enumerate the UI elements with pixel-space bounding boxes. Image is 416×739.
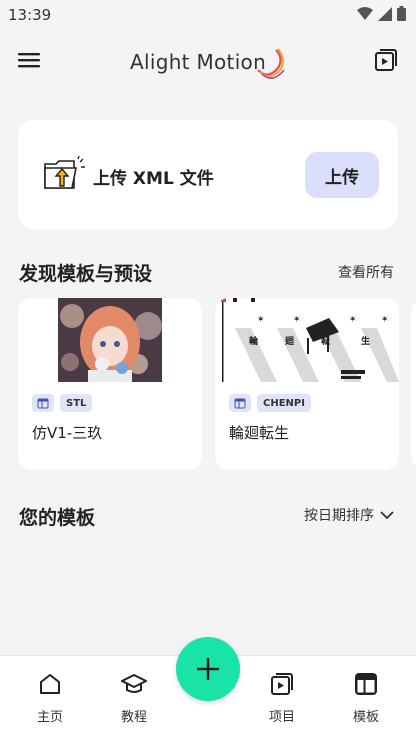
template-card-partial[interactable] [411,298,416,470]
sort-label: 按日期排序 [304,508,374,524]
my-templates-title: 您的模板 [19,507,96,529]
status-bar: 13:39 [0,0,416,30]
template-tag: STL [60,394,93,412]
logo-text: Alight Motion [130,50,267,74]
wifi-icon [357,6,373,20]
nav-item-templates[interactable]: 模板 [336,672,396,725]
nav-item-tutorials[interactable]: 教程 [104,672,164,725]
template-carousel: STL 仿V1-三玖 ✶ ✶ ✶ ✶ 輪 廻 転 生 CHENPI 輪廻転生 [18,298,416,472]
nav-label: 教程 [120,710,147,725]
sort-dropdown[interactable]: 按日期排序 [304,505,394,525]
upload-xml-label: 上传 XML 文件 [93,169,214,189]
template-thumbnail: ✶ ✶ ✶ ✶ 輪 廻 転 生 [221,298,399,382]
folder-upload-icon [44,156,85,189]
logo-swirl-icon [257,48,285,80]
project-play-icon [271,673,293,695]
plus-icon [197,658,219,680]
thumb-char: 廻 [284,336,295,347]
svg-text:✶: ✶ [257,315,265,325]
template-name: 仿V1-三玖 [32,424,103,442]
template-tag-icon [229,394,251,412]
projects-icon[interactable] [374,48,398,72]
nav-item-projects[interactable]: 项目 [252,672,312,725]
template-tag-row: CHENPI [229,394,311,412]
status-icons [357,6,406,21]
signal-icon [378,6,392,21]
status-time: 13:39 [8,6,52,24]
home-icon [40,674,60,694]
chevron-down-icon [380,511,394,520]
upload-button[interactable]: 上传 [305,152,379,198]
thumb-char: 転 [321,335,330,347]
app-logo: Alight Motion [130,44,285,80]
see-all-link[interactable]: 查看所有 [338,262,394,282]
app-bar: Alight Motion [0,38,416,84]
thumb-char: 生 [361,335,370,347]
svg-text:✶: ✶ [381,315,389,325]
nav-label: 主页 [36,710,63,725]
thumb-char: 輪 [249,335,259,347]
nav-item-home[interactable]: 主页 [20,672,80,725]
template-thumbnail [58,298,162,382]
nav-label: 项目 [268,710,295,725]
nav-label: 模板 [352,710,379,725]
template-tag: CHENPI [257,394,311,412]
upload-xml-card: 上传 XML 文件 上传 [18,120,398,230]
svg-text:✶: ✶ [293,315,301,325]
template-icon [355,673,377,695]
menu-icon[interactable] [18,50,40,70]
template-tag-icon [32,394,54,412]
discover-title: 发现模板与预设 [19,263,153,285]
template-card[interactable]: STL 仿V1-三玖 [18,298,202,470]
template-card[interactable]: ✶ ✶ ✶ ✶ 輪 廻 転 生 CHENPI 輪廻転生 [215,298,399,470]
graduation-cap-icon [121,674,147,693]
create-project-button[interactable] [176,637,240,701]
battery-icon [397,6,406,21]
svg-text:✶: ✶ [349,315,357,325]
template-name: 輪廻転生 [229,424,290,442]
template-tag-row: STL [32,394,93,412]
